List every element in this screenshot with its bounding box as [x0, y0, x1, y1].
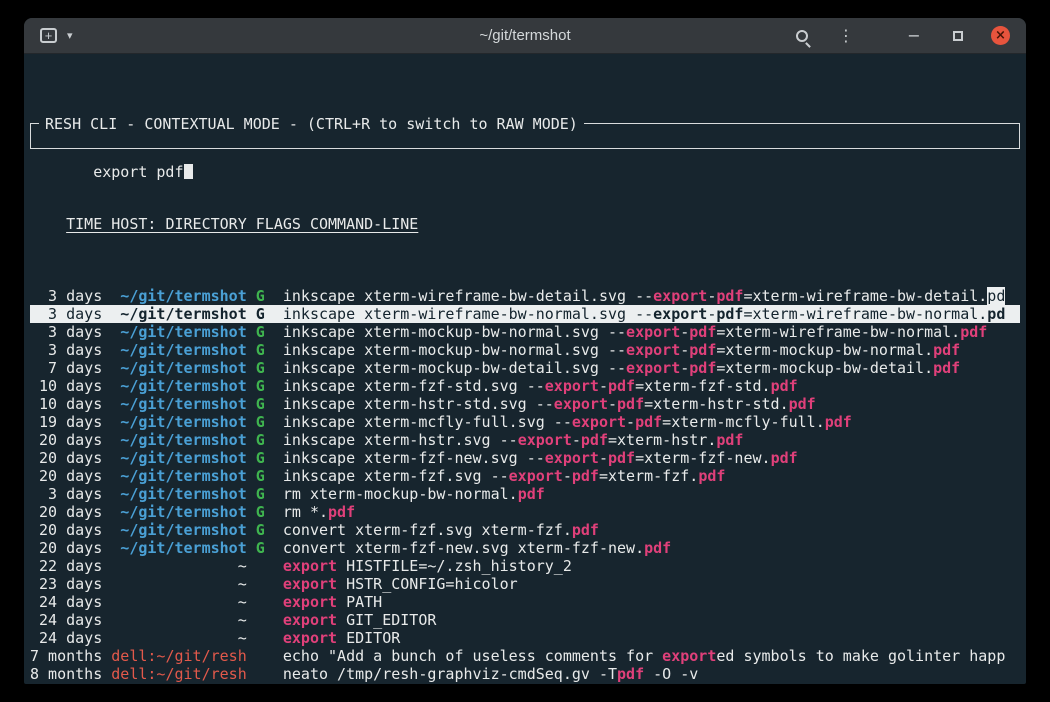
history-row[interactable]: 20 days ~/git/termshot G inkscape xterm-…: [30, 449, 1020, 467]
minimize-icon: −: [907, 26, 920, 45]
minimize-button[interactable]: −: [903, 25, 925, 47]
restore-button[interactable]: [947, 25, 969, 47]
history-table-header: TIME HOST: DIRECTORY FLAGS COMMAND-LINE: [30, 215, 1020, 233]
history-row[interactable]: 7 months dell:~/git/resh echo "Add a bun…: [30, 647, 1020, 665]
plus-icon: +: [45, 28, 53, 43]
search-icon: [796, 30, 808, 42]
history-row[interactable]: 24 days ~ export GIT_EDITOR: [30, 611, 1020, 629]
history-row[interactable]: 19 days ~/git/termshot G inkscape xterm-…: [30, 413, 1020, 431]
history-row[interactable]: 24 days ~ export PATH: [30, 593, 1020, 611]
history-row-selected[interactable]: 3 days ~/git/termshot G inkscape xterm-w…: [30, 305, 1020, 323]
history-row[interactable]: 23 days ~ export HSTR_CONFIG=hicolor: [30, 575, 1020, 593]
history-row[interactable]: 3 days ~/git/termshot G rm xterm-mockup-…: [30, 485, 1020, 503]
tab-dropdown-caret-icon[interactable]: ▾: [67, 29, 73, 42]
search-box-title: RESH CLI - CONTEXTUAL MODE - (CTRL+R to …: [39, 115, 584, 133]
history-row[interactable]: 20 days ~/git/termshot G inkscape xterm-…: [30, 467, 1020, 485]
terminal-window: + ▾ ~/git/termshot ⋮ − × RESH CLI - CONT…: [24, 18, 1026, 684]
header-columns-label: TIME HOST: DIRECTORY FLAGS COMMAND-LINE: [66, 215, 418, 233]
history-row[interactable]: 20 days ~/git/termshot G rm *.pdf: [30, 503, 1020, 521]
history-row[interactable]: 20 days ~/git/termshot G inkscape xterm-…: [30, 431, 1020, 449]
history-row[interactable]: 8 months dell:~/git/resh neato /tmp/resh…: [30, 665, 1020, 683]
terminal-content: RESH CLI - CONTEXTUAL MODE - (CTRL+R to …: [24, 54, 1026, 684]
history-row[interactable]: 3 days ~/git/termshot G inkscape xterm-m…: [30, 341, 1020, 359]
kebab-menu-icon: ⋮: [838, 26, 854, 45]
titlebar[interactable]: + ▾ ~/git/termshot ⋮ − ×: [24, 18, 1026, 54]
close-icon: ×: [995, 28, 1006, 43]
history-row[interactable]: 3 days ~/git/termshot G inkscape xterm-m…: [30, 323, 1020, 341]
history-row[interactable]: 10 days ~/git/termshot G inkscape xterm-…: [30, 395, 1020, 413]
history-row[interactable]: 20 days ~/git/termshot G convert xterm-f…: [30, 539, 1020, 557]
text-cursor: [184, 164, 193, 179]
resh-search-box[interactable]: RESH CLI - CONTEXTUAL MODE - (CTRL+R to …: [30, 123, 1020, 149]
history-row[interactable]: 22 days ~ export HISTFILE=~/.zsh_history…: [30, 557, 1020, 575]
search-button[interactable]: [791, 25, 813, 47]
restore-icon: [953, 31, 963, 41]
close-button[interactable]: ×: [991, 26, 1010, 45]
menu-button[interactable]: ⋮: [835, 25, 857, 47]
history-row[interactable]: 8 months dell:~/git/resh ./resh-evaluate…: [30, 683, 1020, 684]
new-tab-button[interactable]: +: [40, 28, 57, 43]
history-row[interactable]: 20 days ~/git/termshot G convert xterm-f…: [30, 521, 1020, 539]
search-query-input[interactable]: export pdf: [93, 163, 183, 181]
history-list: 3 days ~/git/termshot G inkscape xterm-w…: [30, 287, 1020, 684]
history-row[interactable]: 24 days ~ export EDITOR: [30, 629, 1020, 647]
history-row[interactable]: 7 days ~/git/termshot G inkscape xterm-m…: [30, 359, 1020, 377]
history-row[interactable]: 10 days ~/git/termshot G inkscape xterm-…: [30, 377, 1020, 395]
history-row[interactable]: 3 days ~/git/termshot G inkscape xterm-w…: [30, 287, 1020, 305]
